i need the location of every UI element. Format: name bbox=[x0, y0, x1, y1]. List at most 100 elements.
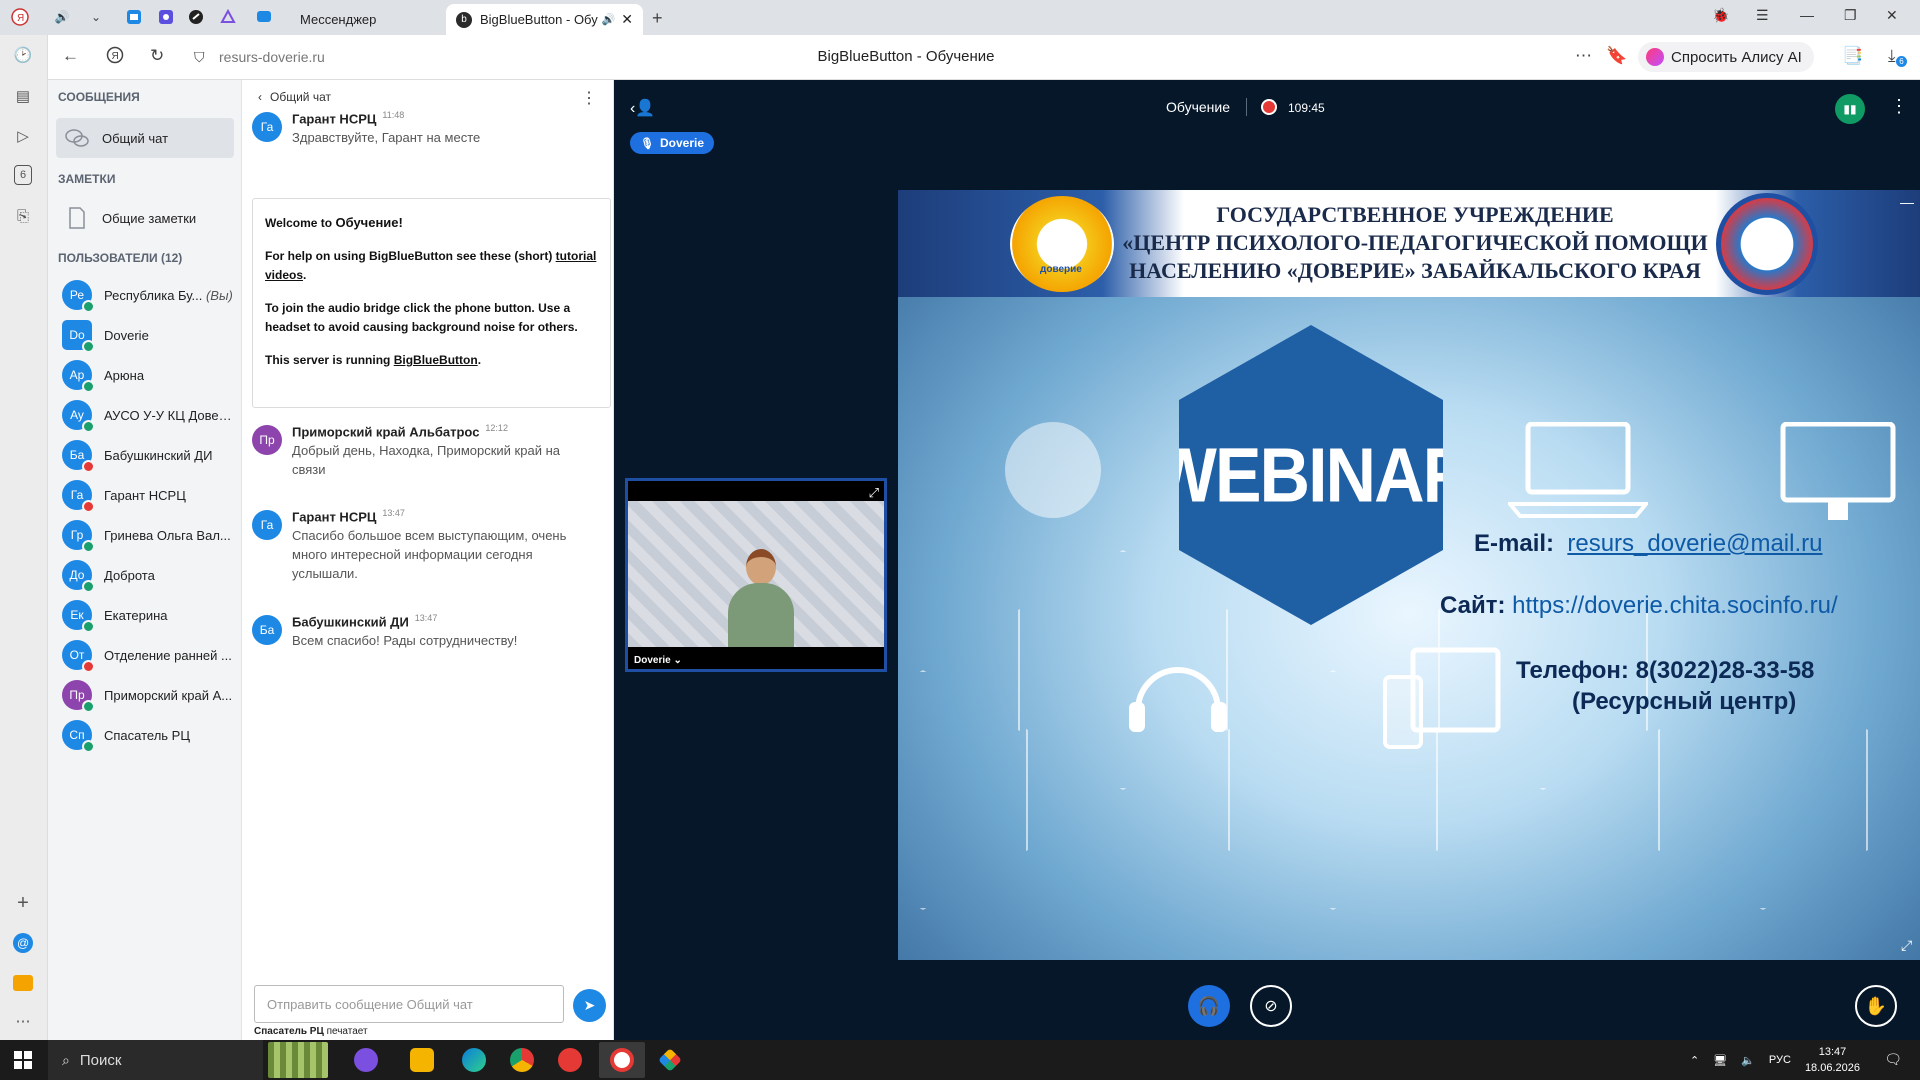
minimize-presentation-icon[interactable]: — bbox=[1900, 194, 1914, 210]
tab-bigbluebutton[interactable]: b BigBlueButton - Обу 🔊 ✕ bbox=[446, 4, 643, 35]
fullscreen-icon[interactable]: ⤢ bbox=[869, 485, 879, 501]
user-list-item[interactable]: Пр Приморский край А... bbox=[62, 675, 238, 715]
monitor-icon bbox=[1780, 422, 1896, 520]
bookmark-icon[interactable]: 🔖 bbox=[1606, 46, 1627, 66]
connection-status-icon[interactable]: ▮▮ bbox=[1835, 94, 1865, 124]
windows-start-icon[interactable] bbox=[14, 1051, 32, 1069]
yandex-browser-active-icon[interactable] bbox=[599, 1042, 645, 1078]
edge-icon[interactable] bbox=[462, 1048, 486, 1072]
chrome-icon[interactable] bbox=[510, 1048, 534, 1072]
webcam-tile[interactable]: ⤢ Doverie ⌄ bbox=[625, 478, 887, 672]
minimize-icon[interactable]: — bbox=[1800, 7, 1814, 23]
shared-notes-item[interactable]: Общие заметки bbox=[56, 198, 234, 238]
news-widget-icon[interactable] bbox=[268, 1042, 328, 1078]
windows-taskbar: ⌕ Поиск ⌃ 🖥 🔈 РУС 13:47 18.06.2026 🗨 bbox=[0, 1040, 1920, 1080]
speaker-icon[interactable]: 🔊 bbox=[52, 7, 72, 27]
talking-indicator[interactable]: 🎙 Doverie bbox=[630, 132, 714, 154]
history-icon[interactable]: 🕑 bbox=[12, 44, 34, 66]
user-list-item[interactable]: Do Doverie bbox=[62, 315, 238, 355]
collections-icon[interactable]: 📑 bbox=[1842, 46, 1863, 66]
share-webcam-button[interactable]: ⊘ bbox=[1250, 985, 1292, 1027]
audio-button[interactable]: 🎧 bbox=[1188, 985, 1230, 1027]
resource-center-line: (Ресурсный центр) bbox=[1572, 688, 1797, 715]
user-list-item[interactable]: Ре Республика Бу... (Вы) bbox=[62, 275, 238, 315]
user-name-text: Гринева Ольга Вал... bbox=[104, 527, 231, 543]
avatar: Ба bbox=[252, 615, 282, 645]
add-icon[interactable]: + bbox=[12, 892, 34, 914]
taskbar-search[interactable]: ⌕ Поиск bbox=[48, 1040, 263, 1080]
toggle-userlist-icon[interactable]: ‹👤 bbox=[630, 98, 655, 118]
video-icon[interactable]: ▷ bbox=[12, 125, 34, 147]
user-list-item[interactable]: От Отделение ранней ... bbox=[62, 635, 238, 675]
user-list-item[interactable]: Ау АУСО У-У КЦ Довер... bbox=[62, 395, 238, 435]
tab-screenshot-icon[interactable] bbox=[156, 7, 176, 27]
user-list-item[interactable]: Ек Екатерина bbox=[62, 595, 238, 635]
user-name-text: Гарант НСРЦ bbox=[104, 487, 186, 503]
message-author: Бабушкинский ДИ bbox=[292, 614, 409, 630]
menu-icon[interactable]: ☰ bbox=[1756, 7, 1769, 24]
tab-6-icon[interactable]: 6 bbox=[14, 165, 32, 185]
collections-icon[interactable]: ▤ bbox=[12, 85, 34, 107]
more-dots-icon[interactable]: ⋯ bbox=[1575, 46, 1592, 66]
tab-alice-icon[interactable] bbox=[218, 7, 238, 27]
screenshot-icon[interactable]: ⎘ bbox=[12, 205, 34, 227]
webcam-user-name[interactable]: Doverie ⌄ bbox=[634, 655, 682, 666]
chevron-up-icon[interactable]: ⌃ bbox=[1690, 1054, 1699, 1067]
notes-icon[interactable] bbox=[12, 972, 34, 994]
site-label: Сайт: bbox=[1440, 592, 1506, 619]
avatar: Гр bbox=[62, 520, 95, 553]
language-indicator[interactable]: РУС bbox=[1769, 1054, 1791, 1066]
chat-options-icon[interactable]: ⋮ bbox=[581, 88, 597, 108]
more-icon[interactable]: ⋯ bbox=[12, 1010, 34, 1032]
clock[interactable]: 13:47 18.06.2026 bbox=[1805, 1044, 1860, 1076]
user-list-item[interactable]: Ба Бабушкинский ДИ bbox=[62, 435, 238, 475]
devices-icon bbox=[1383, 647, 1501, 749]
file-explorer-icon[interactable] bbox=[410, 1048, 434, 1072]
downloads-icon[interactable]: ⤓ 6 bbox=[1888, 46, 1907, 67]
options-menu-icon[interactable]: ⋮ bbox=[1890, 96, 1908, 117]
user-name-text: Республика Бу... bbox=[104, 287, 203, 303]
user-list-item[interactable]: До Доброта bbox=[62, 555, 238, 595]
tab-messenger-icon[interactable] bbox=[254, 7, 274, 27]
ask-alice-button[interactable]: Спросить Алису AI bbox=[1638, 42, 1814, 72]
user-list-item[interactable]: Гр Гринева Ольга Вал... bbox=[62, 515, 238, 555]
user-list-item[interactable]: Га Гарант НСРЦ bbox=[62, 475, 238, 515]
notifications-icon[interactable]: 🗨 bbox=[1884, 1051, 1902, 1068]
app-icon[interactable] bbox=[658, 1048, 682, 1072]
user-list-item[interactable]: Ар Арюна bbox=[62, 355, 238, 395]
message-text: Добрый день, Находка, Приморский край на… bbox=[292, 443, 560, 478]
send-message-button[interactable]: ➤ bbox=[573, 989, 606, 1022]
mail-icon[interactable]: @ bbox=[12, 932, 34, 954]
tab-mail-icon[interactable] bbox=[124, 7, 144, 27]
network-icon[interactable]: 🖥 bbox=[1713, 1054, 1727, 1067]
recording-indicator-icon[interactable] bbox=[1261, 99, 1277, 115]
chat-back-button[interactable]: ‹ Общий чат bbox=[258, 90, 331, 104]
chat-panel: ‹ Общий чат ⋮ Га Гарант НСРЦ 11:48 Здравс… bbox=[242, 80, 614, 1040]
chat-message-input[interactable] bbox=[254, 985, 564, 1023]
yandex-profile-icon[interactable]: Я bbox=[10, 7, 30, 27]
extension-icon[interactable]: 🐞 bbox=[1712, 7, 1729, 24]
tab-messenger[interactable]: Мессенджер bbox=[290, 4, 440, 35]
close-tab-icon[interactable]: ✕ bbox=[621, 11, 633, 28]
volume-icon[interactable]: 🔈 bbox=[1741, 1054, 1755, 1067]
document-icon bbox=[64, 205, 90, 231]
alice-app-icon[interactable] bbox=[354, 1048, 378, 1072]
bigbluebutton-favicon-icon: b bbox=[456, 11, 472, 28]
person-head bbox=[746, 549, 776, 585]
tab-notes-icon[interactable] bbox=[186, 7, 206, 27]
new-tab-icon[interactable]: + bbox=[652, 8, 663, 29]
public-chat-item[interactable]: Общий чат bbox=[56, 118, 234, 158]
bigbluebutton-link[interactable]: BigBlueButton bbox=[394, 353, 478, 367]
doverie-logo: доверие bbox=[1010, 196, 1114, 292]
yandex-app-icon[interactable] bbox=[558, 1048, 582, 1072]
message-author: Приморский край Альбатрос bbox=[292, 424, 480, 440]
close-window-icon[interactable]: ✕ bbox=[1886, 7, 1898, 24]
chevron-down-icon[interactable]: ⌄ bbox=[86, 7, 106, 27]
webcam-name-label: Doverie bbox=[634, 655, 671, 666]
tab-audio-icon[interactable]: 🔊 bbox=[602, 13, 616, 26]
fullscreen-icon[interactable]: ⤢ bbox=[1901, 937, 1912, 954]
raise-hand-button[interactable]: ✋ bbox=[1855, 985, 1897, 1027]
restore-icon[interactable]: ❐ bbox=[1844, 7, 1857, 24]
site-link: https://doverie.chita.socinfo.ru/ bbox=[1512, 592, 1838, 619]
user-list-item[interactable]: Сп Спасатель РЦ bbox=[62, 715, 238, 755]
